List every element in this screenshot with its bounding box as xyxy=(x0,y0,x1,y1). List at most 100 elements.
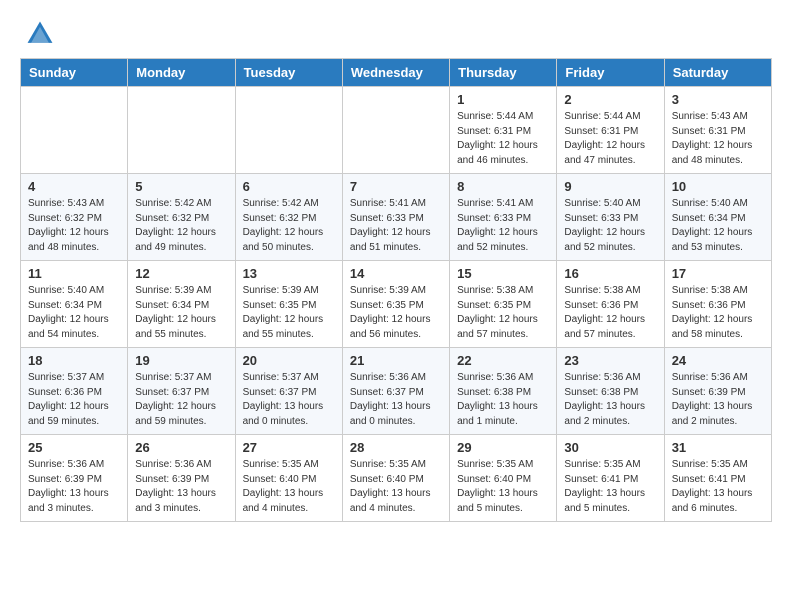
day-info: Sunrise: 5:42 AM Sunset: 6:32 PM Dayligh… xyxy=(135,197,227,255)
day-header-friday: Friday xyxy=(557,59,664,87)
day-info: Sunrise: 5:37 AM Sunset: 6:36 PM Dayligh… xyxy=(28,371,120,429)
day-info: Sunrise: 5:40 AM Sunset: 6:34 PM Dayligh… xyxy=(28,284,120,342)
calendar-wrap: SundayMondayTuesdayWednesdayThursdayFrid… xyxy=(0,58,792,532)
day-number: 13 xyxy=(243,266,335,281)
day-number: 23 xyxy=(564,353,656,368)
day-info: Sunrise: 5:43 AM Sunset: 6:31 PM Dayligh… xyxy=(672,110,764,168)
day-number: 22 xyxy=(457,353,549,368)
day-number: 29 xyxy=(457,440,549,455)
day-info: Sunrise: 5:44 AM Sunset: 6:31 PM Dayligh… xyxy=(457,110,549,168)
empty-cell xyxy=(128,87,235,174)
day-number: 28 xyxy=(350,440,442,455)
day-cell-31: 31 Sunrise: 5:35 AM Sunset: 6:41 PM Dayli… xyxy=(664,435,771,522)
day-number: 2 xyxy=(564,92,656,107)
day-number: 9 xyxy=(564,179,656,194)
day-number: 14 xyxy=(350,266,442,281)
day-number: 10 xyxy=(672,179,764,194)
day-cell-4: 4 Sunrise: 5:43 AM Sunset: 6:32 PM Daylig… xyxy=(21,174,128,261)
day-cell-15: 15 Sunrise: 5:38 AM Sunset: 6:35 PM Dayli… xyxy=(450,261,557,348)
day-cell-26: 26 Sunrise: 5:36 AM Sunset: 6:39 PM Dayli… xyxy=(128,435,235,522)
empty-cell xyxy=(21,87,128,174)
day-cell-29: 29 Sunrise: 5:35 AM Sunset: 6:40 PM Dayli… xyxy=(450,435,557,522)
day-info: Sunrise: 5:36 AM Sunset: 6:39 PM Dayligh… xyxy=(135,458,227,516)
day-info: Sunrise: 5:38 AM Sunset: 6:36 PM Dayligh… xyxy=(672,284,764,342)
logo-icon xyxy=(24,18,56,50)
day-cell-25: 25Sunrise: 5:36 AM Sunset: 6:39 PM Dayli… xyxy=(21,435,128,522)
day-header-thursday: Thursday xyxy=(450,59,557,87)
day-header-wednesday: Wednesday xyxy=(342,59,449,87)
week-row-4: 18 Sunrise: 5:37 AM Sunset: 6:36 PM Dayli… xyxy=(21,348,772,435)
day-cell-9: 9 Sunrise: 5:40 AM Sunset: 6:33 PM Daylig… xyxy=(557,174,664,261)
day-header-sunday: Sunday xyxy=(21,59,128,87)
day-info: Sunrise: 5:39 AM Sunset: 6:35 PM Dayligh… xyxy=(350,284,442,342)
day-info: Sunrise: 5:35 AM Sunset: 6:40 PM Dayligh… xyxy=(243,458,335,516)
day-number: 12 xyxy=(135,266,227,281)
day-number: 1 xyxy=(457,92,549,107)
week-row-3: 11Sunrise: 5:40 AM Sunset: 6:34 PM Dayli… xyxy=(21,261,772,348)
day-cell-30: 30 Sunrise: 5:35 AM Sunset: 6:41 PM Dayli… xyxy=(557,435,664,522)
day-info: Sunrise: 5:36 AM Sunset: 6:38 PM Dayligh… xyxy=(564,371,656,429)
day-header-tuesday: Tuesday xyxy=(235,59,342,87)
day-number: 8 xyxy=(457,179,549,194)
day-cell-14: 14 Sunrise: 5:39 AM Sunset: 6:35 PM Dayli… xyxy=(342,261,449,348)
day-number: 6 xyxy=(243,179,335,194)
day-cell-2: 2 Sunrise: 5:44 AM Sunset: 6:31 PM Daylig… xyxy=(557,87,664,174)
day-cell-18: 18 Sunrise: 5:37 AM Sunset: 6:36 PM Dayli… xyxy=(21,348,128,435)
week-row-2: 4 Sunrise: 5:43 AM Sunset: 6:32 PM Daylig… xyxy=(21,174,772,261)
day-number: 7 xyxy=(350,179,442,194)
day-cell-21: 21Sunrise: 5:36 AM Sunset: 6:37 PM Dayli… xyxy=(342,348,449,435)
day-info: Sunrise: 5:41 AM Sunset: 6:33 PM Dayligh… xyxy=(350,197,442,255)
day-info: Sunrise: 5:35 AM Sunset: 6:41 PM Dayligh… xyxy=(564,458,656,516)
day-cell-7: 7 Sunrise: 5:41 AM Sunset: 6:33 PM Daylig… xyxy=(342,174,449,261)
day-info: Sunrise: 5:40 AM Sunset: 6:34 PM Dayligh… xyxy=(672,197,764,255)
day-info: Sunrise: 5:35 AM Sunset: 6:40 PM Dayligh… xyxy=(457,458,549,516)
day-number: 5 xyxy=(135,179,227,194)
day-number: 16 xyxy=(564,266,656,281)
empty-cell xyxy=(342,87,449,174)
day-cell-5: 5 Sunrise: 5:42 AM Sunset: 6:32 PM Daylig… xyxy=(128,174,235,261)
day-info: Sunrise: 5:36 AM Sunset: 6:38 PM Dayligh… xyxy=(457,371,549,429)
day-cell-6: 6Sunrise: 5:42 AM Sunset: 6:32 PM Daylig… xyxy=(235,174,342,261)
day-cell-12: 12Sunrise: 5:39 AM Sunset: 6:34 PM Dayli… xyxy=(128,261,235,348)
calendar-body: 1 Sunrise: 5:44 AM Sunset: 6:31 PM Daylig… xyxy=(21,87,772,522)
day-number: 26 xyxy=(135,440,227,455)
day-cell-17: 17 Sunrise: 5:38 AM Sunset: 6:36 PM Dayli… xyxy=(664,261,771,348)
day-cell-27: 27 Sunrise: 5:35 AM Sunset: 6:40 PM Dayli… xyxy=(235,435,342,522)
day-info: Sunrise: 5:35 AM Sunset: 6:40 PM Dayligh… xyxy=(350,458,442,516)
day-cell-10: 10 Sunrise: 5:40 AM Sunset: 6:34 PM Dayli… xyxy=(664,174,771,261)
day-number: 15 xyxy=(457,266,549,281)
day-cell-19: 19Sunrise: 5:37 AM Sunset: 6:37 PM Dayli… xyxy=(128,348,235,435)
day-header-saturday: Saturday xyxy=(664,59,771,87)
logo xyxy=(24,18,60,50)
day-number: 24 xyxy=(672,353,764,368)
empty-cell xyxy=(235,87,342,174)
day-number: 27 xyxy=(243,440,335,455)
day-cell-28: 28 Sunrise: 5:35 AM Sunset: 6:40 PM Dayli… xyxy=(342,435,449,522)
day-cell-11: 11Sunrise: 5:40 AM Sunset: 6:34 PM Dayli… xyxy=(21,261,128,348)
day-info: Sunrise: 5:37 AM Sunset: 6:37 PM Dayligh… xyxy=(135,371,227,429)
calendar-table: SundayMondayTuesdayWednesdayThursdayFrid… xyxy=(20,58,772,522)
day-number: 31 xyxy=(672,440,764,455)
day-cell-22: 22 Sunrise: 5:36 AM Sunset: 6:38 PM Dayli… xyxy=(450,348,557,435)
day-info: Sunrise: 5:41 AM Sunset: 6:33 PM Dayligh… xyxy=(457,197,549,255)
day-cell-24: 24Sunrise: 5:36 AM Sunset: 6:39 PM Dayli… xyxy=(664,348,771,435)
week-row-1: 1 Sunrise: 5:44 AM Sunset: 6:31 PM Daylig… xyxy=(21,87,772,174)
day-cell-8: 8 Sunrise: 5:41 AM Sunset: 6:33 PM Daylig… xyxy=(450,174,557,261)
day-info: Sunrise: 5:35 AM Sunset: 6:41 PM Dayligh… xyxy=(672,458,764,516)
day-cell-1: 1 Sunrise: 5:44 AM Sunset: 6:31 PM Daylig… xyxy=(450,87,557,174)
day-info: Sunrise: 5:40 AM Sunset: 6:33 PM Dayligh… xyxy=(564,197,656,255)
day-number: 17 xyxy=(672,266,764,281)
day-number: 4 xyxy=(28,179,120,194)
day-info: Sunrise: 5:38 AM Sunset: 6:35 PM Dayligh… xyxy=(457,284,549,342)
day-number: 18 xyxy=(28,353,120,368)
day-number: 30 xyxy=(564,440,656,455)
day-info: Sunrise: 5:36 AM Sunset: 6:39 PM Dayligh… xyxy=(28,458,120,516)
day-cell-23: 23 Sunrise: 5:36 AM Sunset: 6:38 PM Dayli… xyxy=(557,348,664,435)
day-number: 3 xyxy=(672,92,764,107)
day-info: Sunrise: 5:44 AM Sunset: 6:31 PM Dayligh… xyxy=(564,110,656,168)
day-info: Sunrise: 5:39 AM Sunset: 6:35 PM Dayligh… xyxy=(243,284,335,342)
page-header xyxy=(0,0,792,58)
day-info: Sunrise: 5:43 AM Sunset: 6:32 PM Dayligh… xyxy=(28,197,120,255)
header-row: SundayMondayTuesdayWednesdayThursdayFrid… xyxy=(21,59,772,87)
day-cell-13: 13 Sunrise: 5:39 AM Sunset: 6:35 PM Dayli… xyxy=(235,261,342,348)
